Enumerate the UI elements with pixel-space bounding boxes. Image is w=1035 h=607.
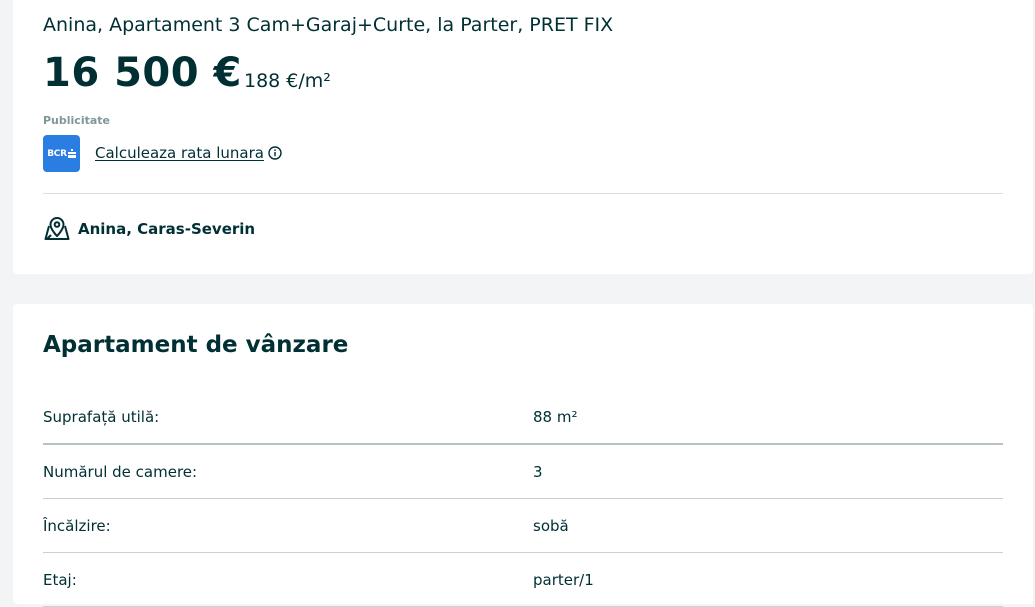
spec-row-usable-area: Suprafață utilă: 88 m²: [43, 390, 1003, 445]
price-per-sqm: 188 €/m²: [244, 70, 331, 92]
spec-label: Etaj:: [43, 571, 77, 589]
calculate-rate-link[interactable]: Calculeaza rata lunara: [95, 144, 264, 162]
divider: [43, 193, 1003, 194]
bcr-logo-icon[interactable]: BCR: [43, 135, 80, 172]
spec-value: parter/1: [533, 571, 594, 589]
spec-label: Suprafață utilă:: [43, 408, 160, 426]
info-icon[interactable]: [268, 146, 282, 160]
bank-logo-mark: [67, 149, 76, 158]
spec-label: Numărul de camere:: [43, 463, 198, 481]
listing-title: Anina, Apartament 3 Cam+Garaj+Curte, la …: [43, 14, 614, 36]
listing-price: 16 500 €: [43, 50, 242, 96]
details-card: Apartament de vânzare Suprafață utilă: 8…: [13, 304, 1033, 607]
spec-row-heating: Încălzire: sobă: [43, 499, 1003, 553]
listing-location: Anina, Caras-Severin: [78, 220, 256, 238]
spec-row-rooms: Numărul de camere: 3: [43, 445, 1003, 499]
section-title: Apartament de vânzare: [43, 332, 349, 358]
bank-logo-text: BCR: [47, 148, 67, 159]
listing-summary-card: Anina, Apartament 3 Cam+Garaj+Curte, la …: [13, 0, 1033, 274]
spec-value: 88 m²: [533, 408, 578, 426]
spec-row-floor: Etaj: parter/1: [43, 553, 1003, 607]
spec-value: sobă: [533, 517, 569, 535]
map-pin-icon: [44, 217, 70, 240]
ad-label: Publicitate: [43, 114, 110, 127]
spec-value: 3: [533, 463, 543, 481]
spec-label: Încălzire:: [43, 517, 111, 535]
